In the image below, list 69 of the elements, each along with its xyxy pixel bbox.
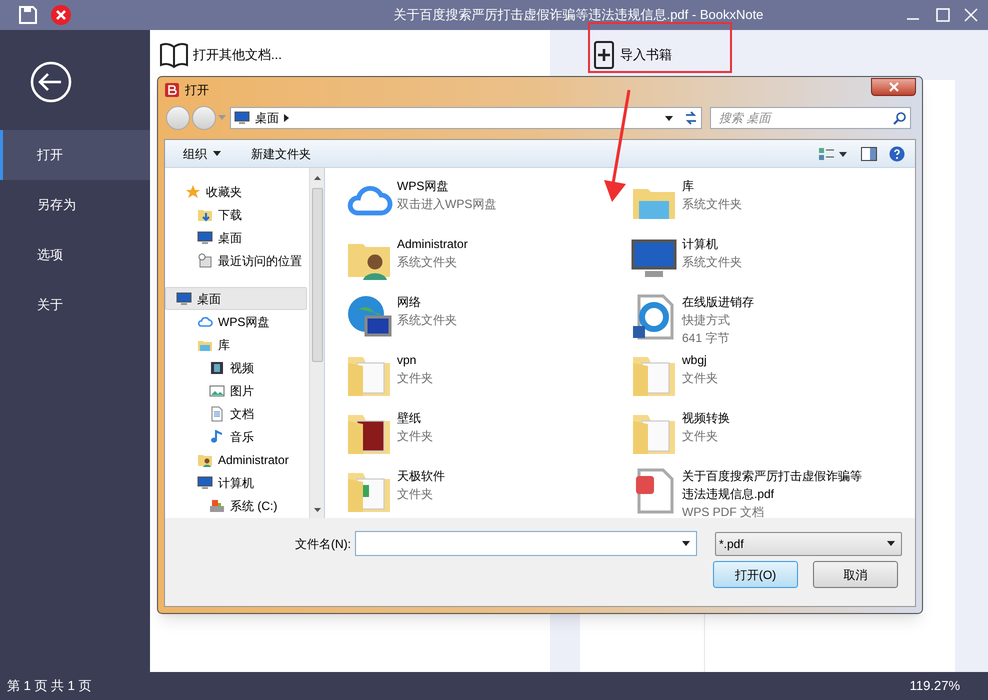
dialog-button[interactable]: 取消	[813, 561, 898, 588]
nav-item[interactable]: 最近访问的位置	[165, 249, 307, 272]
file-detail: 系统文件夹	[397, 312, 457, 329]
file-detail: WPS PDF 文档	[682, 504, 766, 518]
file-detail: 双击进入WPS网盘	[397, 196, 496, 213]
sidebar-item[interactable]: 打开	[0, 130, 150, 180]
file-name: 视频转换	[682, 410, 730, 427]
file-item[interactable]: 计算机 系统文件夹	[630, 235, 915, 291]
file-detail: 系统文件夹	[682, 254, 742, 271]
file-name: 库	[682, 178, 695, 195]
file-name: wbgj	[682, 352, 708, 369]
nav-item[interactable]: Administrator	[165, 448, 307, 471]
file-item[interactable]: 网络 系统文件夹	[345, 293, 630, 349]
file-detail: 快捷方式	[682, 312, 731, 329]
zoom-level: 119.27%	[910, 677, 960, 696]
nav-item[interactable]: 桌面	[165, 287, 307, 310]
file-detail: 文件夹	[397, 370, 433, 387]
nav-item[interactable]: 计算机	[165, 471, 307, 494]
file-item[interactable]: 库 系统文件夹	[630, 177, 915, 233]
file-detail: 文件夹	[397, 486, 434, 503]
file-name: Administrator	[397, 236, 468, 253]
nav-item[interactable]: 系统 (C:)	[165, 494, 307, 517]
file-item[interactable]: wbgj 文件夹	[630, 351, 915, 407]
address-bar[interactable]: 桌面	[230, 107, 702, 129]
nav-item[interactable]: 收藏夹	[165, 180, 307, 203]
organize-menu[interactable]: 组织	[183, 144, 221, 162]
nav-item[interactable]: WPS网盘	[165, 310, 307, 333]
new-folder-button[interactable]: 新建文件夹	[251, 144, 311, 162]
file-detail: 641 字节	[682, 330, 730, 347]
search-field[interactable]: 搜索 桌面	[710, 107, 911, 129]
file-item[interactable]: 视频转换 文件夹	[630, 409, 915, 465]
nav-item[interactable]: 文档	[165, 402, 307, 425]
file-detail: 系统文件夹	[682, 196, 742, 213]
file-item[interactable]: 关于百度搜索严厉打击虚假诈骗等违法违规信息.pdf WPS PDF 文档	[630, 467, 915, 518]
file-name: vpn	[397, 352, 418, 369]
dialog-title: 打开	[185, 82, 209, 99]
file-item[interactable]: 在线版进销存 快捷方式 641 字节	[630, 293, 915, 349]
file-detail: 文件夹	[397, 428, 433, 445]
file-item[interactable]: Administrator 系统文件夹	[345, 235, 630, 291]
sidebar-item[interactable]: 关于	[0, 280, 150, 330]
file-name: WPS网盘	[397, 178, 450, 195]
file-detail: 文件夹	[682, 428, 719, 445]
file-name: 网络	[397, 294, 422, 311]
nav-item[interactable]: 下载	[165, 203, 307, 226]
nav-item[interactable]: 音乐	[165, 425, 307, 448]
nav-item[interactable]: 桌面	[165, 226, 307, 249]
file-detail: 系统文件夹	[397, 254, 458, 271]
nav-item[interactable]: 图片	[165, 379, 307, 402]
nav-item[interactable]: 视频	[165, 356, 307, 379]
file-name: 关于百度搜索严厉打击虚假诈骗等违法违规信息.pdf	[682, 468, 863, 503]
sidebar-item[interactable]: 另存为	[0, 180, 150, 230]
file-name: 在线版进销存	[682, 294, 754, 311]
dialog-button[interactable]: 打开(O)	[713, 561, 798, 588]
file-name: 壁纸	[397, 410, 422, 427]
file-name: 计算机	[682, 236, 719, 253]
open-other-documents-link[interactable]: 打开其他文档...	[193, 45, 282, 65]
file-name: 天极软件	[397, 468, 445, 485]
window-title: 关于百度搜索严厉打击虚假诈骗等违法违规信息.pdf - BookxNote	[392, 6, 764, 24]
file-type-select[interactable]: *.pdf	[715, 532, 902, 556]
file-name-label: 文件名(N):	[295, 536, 351, 552]
file-item[interactable]: 壁纸 文件夹	[345, 409, 630, 465]
file-detail: 文件夹	[682, 370, 718, 387]
sidebar-item[interactable]: 选项	[0, 230, 150, 280]
file-item[interactable]: vpn 文件夹	[345, 351, 630, 407]
page-indicator: 第 1 页 共 1 页	[7, 677, 92, 696]
nav-item[interactable]: 库	[165, 333, 307, 356]
import-books-button[interactable]: 导入书籍	[620, 45, 672, 65]
file-item[interactable]: WPS网盘 双击进入WPS网盘	[345, 177, 630, 233]
file-item[interactable]: 天极软件 文件夹	[345, 467, 630, 518]
